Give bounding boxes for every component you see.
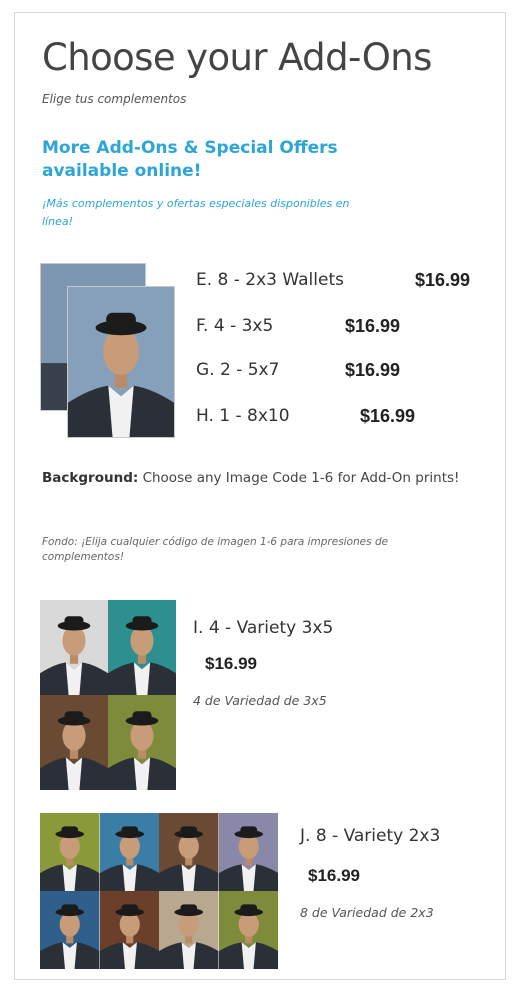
variety-portrait-cell [40,600,108,695]
variety-portrait-cell [218,891,278,969]
background-note-label: Background: [42,470,139,486]
variety-portrait-cell [159,813,219,891]
page-subtitle: Elige tus complementos [42,92,187,106]
package-g-price: $16.99 [345,360,401,380]
variety-portrait-cell [40,695,108,790]
promo-headline: More Add-Ons & Special Offers available … [42,138,338,181]
variety-portrait-cell [108,600,176,695]
package-h-label: H. 1 - 8x10 [196,406,290,426]
background-note-text: Choose any Image Code 1-6 for Add-On pri… [142,470,460,486]
package-h-price: $16.99 [360,406,416,426]
package-j-label: J. 8 - Variety 2x3 [300,826,441,846]
package-i-spanish: 4 de Variedad de 3x5 [193,693,327,708]
promo-subline: ¡Más complementos y ofertas especiales d… [42,197,350,228]
package-i-label: I. 4 - Variety 3x5 [193,618,334,638]
package-g-label: G. 2 - 5x7 [196,360,280,380]
page-title: Choose your Add-Ons [42,36,432,79]
background-note: Background: Choose any Image Code 1-6 fo… [42,468,462,489]
package-f-price: $16.99 [345,316,401,336]
variety-portrait-cell [159,891,219,969]
package-i-price: $16.99 [205,654,257,673]
wallet-photo-front [67,286,175,438]
package-j-spanish: 8 de Variedad de 2x3 [300,905,434,920]
package-e-label: E. 8 - 2x3 Wallets [196,270,344,290]
variety-portrait-cell [108,695,176,790]
variety-portrait-cell [40,813,100,891]
background-note-spanish: Fondo: ¡Elija cualquier código de imagen… [42,536,389,563]
variety-portrait-cell [99,891,159,969]
package-j-price: $16.99 [308,866,360,885]
variety-portrait-cell [40,891,100,969]
variety-portrait-cell [99,813,159,891]
variety-3x5-photo-grid [40,600,176,790]
variety-portrait-cell [218,813,278,891]
package-f-label: F. 4 - 3x5 [196,316,274,336]
variety-2x3-photo-grid [40,813,278,969]
package-e-price: $16.99 [415,270,471,290]
